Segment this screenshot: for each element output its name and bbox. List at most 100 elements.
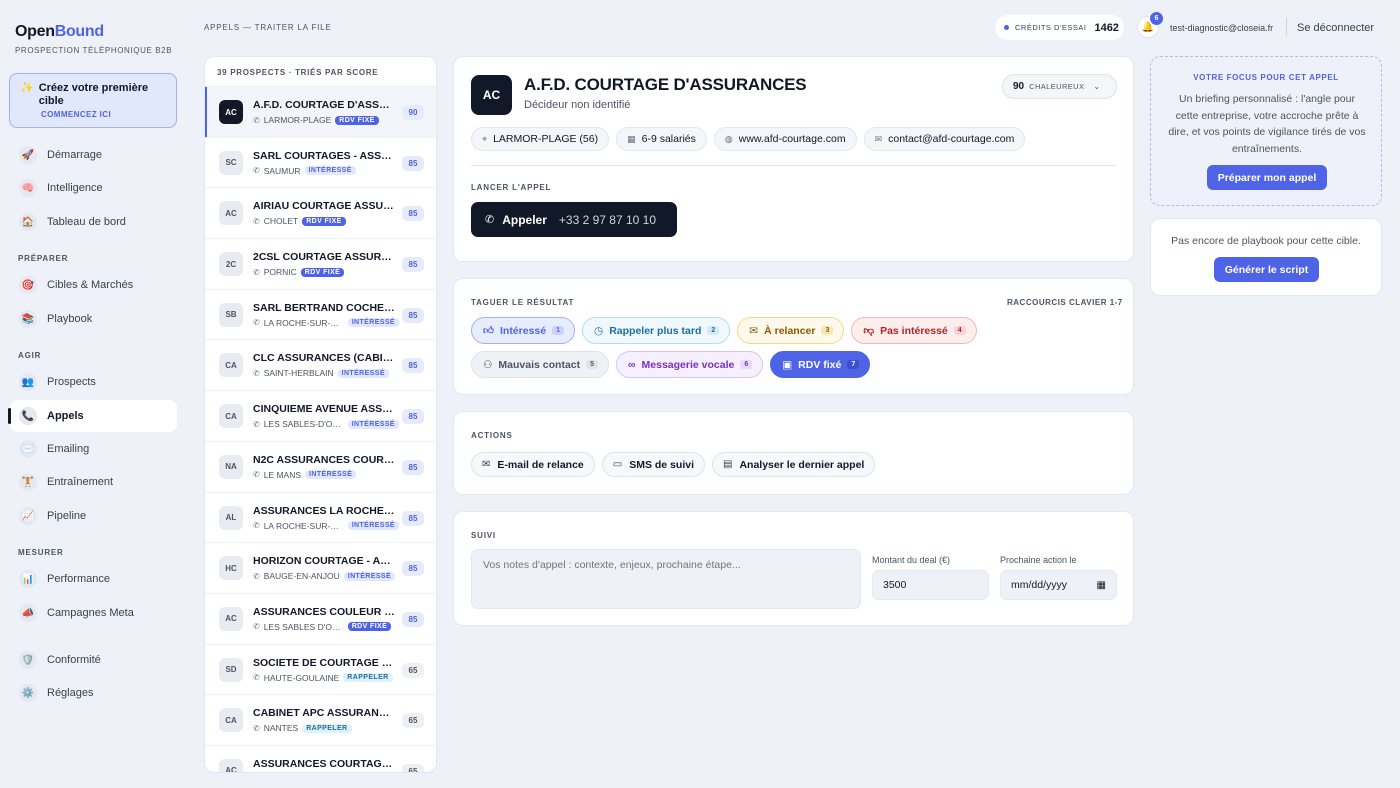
prospect-row[interactable]: NA N2C ASSURANCES COURTAGE ✆LE MANSINTÉR… <box>205 442 436 493</box>
phone-icon: 📞 <box>19 407 37 425</box>
nav-reglages[interactable]: ⚙️ Réglages <box>10 677 177 709</box>
sidebar: OpenBound PROSPECTION TÉLÉPHONIQUE B2B ✨… <box>0 0 188 788</box>
user-x-icon: ⚇ <box>483 358 493 371</box>
prospect-row[interactable]: SC SARL COURTAGES - ASSURANCES ✆SAUMURIN… <box>205 138 436 189</box>
breadcrumb: APPELS — TRAITER LA FILE <box>204 23 332 32</box>
prospect-row[interactable]: AC A.F.D. COURTAGE D'ASSURANCES ✆LARMOR-… <box>205 87 436 138</box>
clipboard-icon: ▤ <box>723 459 733 470</box>
prospect-name: ASSURANCES COULEUR OCEAN <box>253 605 395 618</box>
map-pin-icon: ⌖ <box>482 133 488 144</box>
prospect-city: PORNIC <box>263 267 297 278</box>
prospect-city: SAINT-HERBLAIN <box>263 368 334 379</box>
tag-a-relancer-button[interactable]: ✉ À relancer 3 <box>737 317 845 344</box>
email-chip[interactable]: ✉ contact@afd-courtage.com <box>863 127 1026 151</box>
sparkle-icon: ✨ <box>20 82 34 94</box>
prospect-row[interactable]: CA CABINET APC ASSURANCES ✆ NANTES RAPPELE… <box>205 695 436 746</box>
nav-section-agir: AGIR <box>18 351 42 360</box>
thumbs-down-icon: 👎︎ <box>863 325 875 337</box>
nav-intelligence[interactable]: 🧠 Intelligence <box>10 172 177 204</box>
followup-label: SUIVI <box>471 531 496 540</box>
company-name: A.F.D. COURTAGE D'ASSURANCES <box>524 75 807 94</box>
status-badge: INTÉRESSÉ <box>343 571 396 581</box>
focus-description: Un briefing personnalisé : l'angle pour … <box>1168 93 1366 155</box>
followup-email-button[interactable]: ✉ E-mail de relance <box>471 452 595 477</box>
score-badge: 85 <box>402 611 424 627</box>
followup-sms-button[interactable]: ▭ SMS de suivi <box>601 452 705 477</box>
prospect-row[interactable]: 2C 2CSL COURTAGE ASSURANCES ✆PORNICRDV F… <box>205 239 436 290</box>
tag-interesse-button[interactable]: 👍︎ Intéressé 1 <box>471 317 576 344</box>
tag-mauvais-contact-button[interactable]: ⚇ Mauvais contact 5 <box>471 351 610 378</box>
nav-entrainement[interactable]: 🏋️ Entraînement <box>10 466 177 498</box>
tag-rdv-fixe-button[interactable]: ▣ RDV fixé 7 <box>770 351 871 378</box>
avatar: SD <box>219 657 243 682</box>
voicemail-icon: ∞ <box>628 358 636 371</box>
score-badge: 90 <box>402 105 424 120</box>
prospect-row[interactable]: SB SARL BERTRAND COCHERIL ✆ LA ROCHE-SUR-… <box>205 290 436 341</box>
status-badge: RDV FIXÉ <box>300 267 345 277</box>
deal-amount-input[interactable]: 3500 <box>872 570 989 600</box>
nav-prospects[interactable]: 👥 Prospects <box>10 366 177 398</box>
actions-label: ACTIONS <box>471 431 513 440</box>
prospect-row[interactable]: AC ASSURANCES COULEUR OCEAN ✆LES SABLES … <box>205 594 436 645</box>
nav-pipeline[interactable]: 📈 Pipeline <box>10 500 177 532</box>
prospect-city: LES SABLES D'OLONNE <box>263 621 344 632</box>
score-badge: 85 <box>402 155 424 171</box>
phone-icon: ✆ <box>253 166 260 176</box>
nav-cibles-marches[interactable]: 🎯 Cibles & Marchés <box>10 269 177 301</box>
temperature-score: 90 <box>1013 81 1025 92</box>
score-badge: 85 <box>402 459 424 475</box>
website-chip[interactable]: ◍ www.afd-courtage.com <box>713 127 857 151</box>
nav-conformite[interactable]: 🛡️ Conformité <box>10 644 177 676</box>
home-icon: 🏠 <box>19 213 37 231</box>
generate-script-button[interactable]: Générer le script <box>1214 257 1319 282</box>
score-badge: 85 <box>402 358 424 374</box>
nav-playbook[interactable]: 📚 Playbook <box>10 303 177 335</box>
status-badge: RDV FIXÉ <box>347 622 392 632</box>
temperature-dropdown[interactable]: 90 CHALEUREUX ⌄ <box>1002 74 1117 99</box>
brand-logo[interactable]: OpenBound <box>15 23 104 41</box>
prepare-call-button[interactable]: Préparer mon appel <box>1207 165 1327 190</box>
focus-title: VOTRE FOCUS POUR CET APPEL <box>1193 73 1339 82</box>
prospect-row[interactable]: CA CINQUIEME AVENUE ASSURANCES ✆LES SABL… <box>205 391 436 442</box>
next-action-date-input[interactable]: mm/dd/yyyy ▦ <box>1000 570 1117 600</box>
create-target-cta[interactable]: ✨ Créez votre première cible COMMENCEZ IC… <box>9 73 177 128</box>
prospect-list: 39 PROSPECTS · TRIÉS PAR SCORE AC A.F.D.… <box>204 56 437 773</box>
cta-title: Créez votre première cible <box>38 82 149 107</box>
nav-appels[interactable]: 📞 Appels <box>10 400 177 432</box>
nav-section-preparer: PRÉPARER <box>18 254 69 263</box>
prospect-row[interactable]: HC HORIZON COURTAGE - ASSURANCES ✆BAUGE-… <box>205 543 436 594</box>
prospect-row[interactable]: AL ASSURANCES LA ROCHE SUR YON ✆LA ROCHE… <box>205 493 436 544</box>
prospect-name: HORIZON COURTAGE - ASSURANCES <box>253 555 395 568</box>
tag-pas-interesse-button[interactable]: 👎︎ Pas intéressé 4 <box>851 317 977 344</box>
calendar-icon[interactable]: ▦ <box>1097 580 1106 591</box>
tag-messagerie-vocale-button[interactable]: ∞ Messagerie vocale 6 <box>616 351 764 378</box>
message-icon: ▭ <box>612 459 623 470</box>
call-notes-textarea[interactable] <box>471 549 861 609</box>
prospect-row[interactable]: CA CLC ASSURANCES (CABINET) ✆ SAINT-HERBL… <box>205 340 436 392</box>
brand-tagline: PROSPECTION TÉLÉPHONIQUE B2B <box>15 46 173 55</box>
nav-emailing[interactable]: ✉️ Emailing <box>10 433 177 465</box>
avatar: 2C <box>219 252 243 277</box>
keyboard-shortcuts-hint: RACCOURCIS CLAVIER 1-7 <box>1007 298 1123 307</box>
logout-link[interactable]: Se déconnecter <box>1297 22 1374 34</box>
analyze-call-button[interactable]: ▤ Analyser le dernier appel <box>712 452 876 477</box>
prospect-row[interactable]: SD SOCIETE DE COURTAGE EN ASSURANCES ✆HA… <box>205 645 436 696</box>
call-button[interactable]: ✆ Appeler +33 2 97 87 10 10 <box>471 202 677 237</box>
target-icon: 🎯 <box>19 276 37 294</box>
chevron-down-icon: ⌄ <box>1093 82 1101 91</box>
prospect-city: NANTES <box>263 723 299 734</box>
nav-tableau-de-bord[interactable]: 🏠 Tableau de bord <box>10 206 177 238</box>
prospect-row[interactable]: AC AIRIAU COURTAGE ASSURANCES ✆CHOLETRDV… <box>205 188 436 240</box>
prospect-row[interactable]: AC ASSURANCES COURTAGE CONSEIL 65 <box>205 746 436 772</box>
phone-icon: ✆ <box>253 673 260 683</box>
nav-performance[interactable]: 📊 Performance <box>10 563 177 595</box>
nav-campagnes-meta[interactable]: 📣 Campagnes Meta <box>10 597 177 629</box>
location-chip: ⌖ LARMOR-PLAGE (56) <box>471 127 610 151</box>
nav-demarrage[interactable]: 🚀 Démarrage <box>10 139 177 171</box>
tag-rappeler-button[interactable]: ◷ Rappeler plus tard 2 <box>582 317 731 344</box>
phone-icon: ✆ <box>253 267 260 277</box>
phone-icon: ✆ <box>253 622 260 632</box>
prospect-city: LA ROCHE-SUR-YON <box>263 317 344 328</box>
calendar-icon: ▣ <box>782 358 793 371</box>
gear-icon: ⚙️ <box>19 684 37 702</box>
